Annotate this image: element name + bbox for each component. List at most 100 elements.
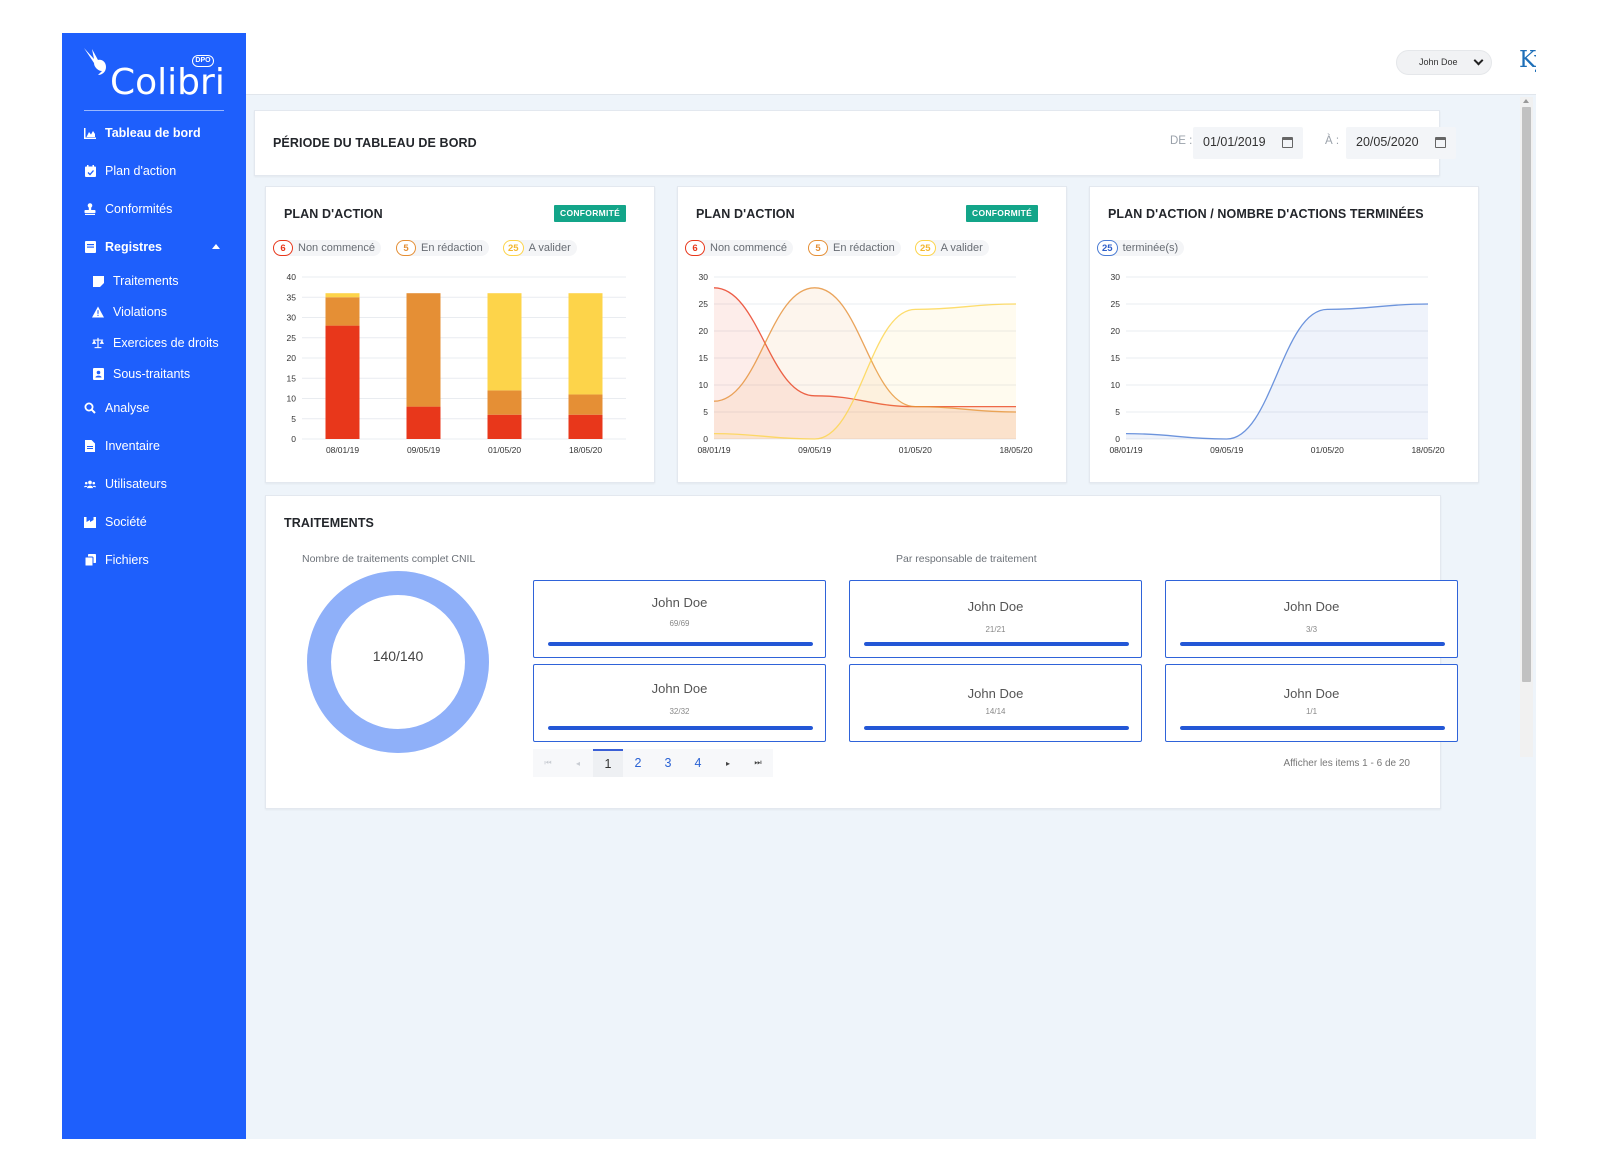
legend-en-redaction[interactable]: 5 En rédaction: [808, 240, 901, 256]
donut-value: 140/140: [372, 648, 424, 664]
colibri-logo[interactable]: Colibri DPO: [82, 45, 232, 103]
bar-segment: [325, 325, 360, 439]
sidebar-item-tableau-de-bord[interactable]: Tableau de bord: [84, 123, 201, 143]
y-tick-label: 25: [699, 299, 709, 309]
bar-segment: [568, 414, 603, 439]
legend-a-valider[interactable]: 25 A valider: [915, 240, 989, 256]
sidebar-item-analyse[interactable]: Analyse: [84, 398, 149, 418]
page-1-button[interactable]: 1: [593, 749, 623, 777]
responsable-card[interactable]: John Doe 14/14: [849, 664, 1142, 742]
sidebar-item-label: Société: [105, 515, 147, 529]
book-icon: [84, 241, 96, 253]
conformite-badge: CONFORMITÉ: [554, 205, 627, 222]
responsable-card[interactable]: John Doe 69/69: [533, 580, 826, 658]
y-tick-label: 35: [287, 292, 297, 302]
legend-count: 5: [396, 240, 416, 256]
traitements-title: TRAITEMENTS: [284, 516, 374, 530]
responsable-card[interactable]: John Doe 1/1: [1165, 664, 1458, 742]
responsable-progress: [864, 726, 1129, 730]
legend-non-commence[interactable]: 6 Non commencé: [685, 240, 794, 256]
x-tick-label: 18/05/20: [1411, 445, 1444, 455]
bar-segment: [406, 293, 441, 407]
sidebar-item-label: Inventaire: [105, 439, 160, 453]
sidebar-item-societe[interactable]: Société: [84, 512, 147, 532]
calendar-icon[interactable]: [1435, 137, 1446, 148]
warning-icon: [92, 306, 104, 318]
page-4-button[interactable]: 4: [683, 749, 713, 777]
y-tick-label: 25: [1111, 299, 1121, 309]
sidebar: Colibri DPO Tableau de bord Plan d'actio…: [62, 33, 246, 1139]
sidebar-item-exercices-de-droits[interactable]: Exercices de droits: [92, 333, 219, 353]
sidebar-item-label: Sous-traitants: [113, 367, 191, 381]
next-page-icon[interactable]: ▸: [713, 749, 743, 777]
legend-label: En rédaction: [421, 242, 483, 254]
page-3-button[interactable]: 3: [653, 749, 683, 777]
y-tick-label: 15: [1111, 353, 1121, 363]
sidebar-item-label: Exercices de droits: [113, 336, 219, 350]
responsable-name: John Doe: [967, 599, 1024, 614]
sidebar-item-registres[interactable]: Registres: [84, 237, 162, 257]
y-tick-label: 40: [287, 272, 297, 282]
sidebar-item-inventaire[interactable]: Inventaire: [84, 436, 160, 456]
calendar-icon[interactable]: [1282, 137, 1293, 148]
file-icon: [84, 440, 96, 452]
from-label: DE :: [1170, 135, 1193, 147]
from-date-input[interactable]: 01/01/2019: [1193, 127, 1303, 159]
bar-segment: [406, 406, 441, 439]
sidebar-item-utilisateurs[interactable]: Utilisateurs: [84, 474, 167, 494]
responsable-name: John Doe: [1283, 599, 1340, 614]
y-tick-label: 10: [287, 394, 297, 404]
legend-en-redaction[interactable]: 5 En rédaction: [396, 240, 489, 256]
bar-segment: [487, 293, 522, 391]
responsable-progress: [1180, 642, 1445, 646]
scroll-up-arrow-icon[interactable]: [1523, 99, 1529, 103]
y-tick-label: 10: [1111, 380, 1121, 390]
from-date-value: 01/01/2019: [1203, 135, 1266, 149]
sidebar-item-traitements[interactable]: Traitements: [92, 271, 179, 291]
page-2-button[interactable]: 2: [623, 749, 653, 777]
chevron-up-icon[interactable]: [212, 244, 220, 249]
y-tick-label: 20: [287, 353, 297, 363]
responsable-card[interactable]: John Doe 32/32: [533, 664, 826, 742]
to-date-value: 20/05/2020: [1356, 135, 1419, 149]
progress-fill: [1180, 642, 1445, 646]
sidebar-item-fichiers[interactable]: Fichiers: [84, 550, 149, 570]
sidebar-item-conformites[interactable]: Conformités: [84, 199, 172, 219]
responsable-name: John Doe: [651, 595, 708, 610]
last-page-icon[interactable]: ⏭: [743, 749, 773, 777]
x-tick-label: 08/01/19: [1109, 445, 1142, 455]
responsable-progress: [548, 726, 813, 730]
to-label: À :: [1325, 135, 1340, 147]
sidebar-item-violations[interactable]: Violations: [92, 302, 167, 322]
legend-label: A valider: [940, 242, 983, 254]
legend-count: 5: [808, 240, 828, 256]
main-scrollbar[interactable]: [1520, 97, 1533, 757]
sidebar-item-sous-traitants[interactable]: Sous-traitants: [92, 364, 190, 384]
responsable-count: 14/14: [985, 707, 1006, 716]
bar-segment: [568, 394, 603, 415]
y-tick-label: 15: [699, 353, 709, 363]
user-select[interactable]: John Doe: [1396, 50, 1492, 75]
x-tick-label: 01/05/20: [899, 445, 932, 455]
scroll-thumb[interactable]: [1522, 107, 1531, 682]
legend-a-valider[interactable]: 25 A valider: [503, 240, 577, 256]
responsable-count: 21/21: [985, 625, 1006, 634]
y-tick-label: 0: [703, 434, 708, 444]
first-page-icon[interactable]: ⏮: [533, 749, 563, 777]
y-tick-label: 5: [291, 414, 296, 424]
legend-non-commence[interactable]: 6 Non commencé: [273, 240, 382, 256]
y-tick-label: 25: [287, 333, 297, 343]
sidebar-item-plan-d-action[interactable]: Plan d'action: [84, 161, 176, 181]
progress-fill: [1180, 726, 1445, 730]
responsable-card[interactable]: John Doe 3/3: [1165, 580, 1458, 658]
responsable-card[interactable]: John Doe 21/21: [849, 580, 1142, 658]
copy-icon: [84, 554, 96, 566]
y-tick-label: 0: [1115, 434, 1120, 444]
x-tick-label: 08/01/19: [697, 445, 730, 455]
previous-page-icon[interactable]: ◂: [563, 749, 593, 777]
stamp-icon: [84, 203, 96, 215]
legend-terminees[interactable]: 25 terminée(s): [1097, 240, 1185, 256]
app-window: Colibri DPO Tableau de bord Plan d'actio…: [62, 33, 1536, 1139]
to-date-input[interactable]: 20/05/2020: [1346, 127, 1456, 159]
sidebar-item-label: Analyse: [105, 401, 150, 415]
